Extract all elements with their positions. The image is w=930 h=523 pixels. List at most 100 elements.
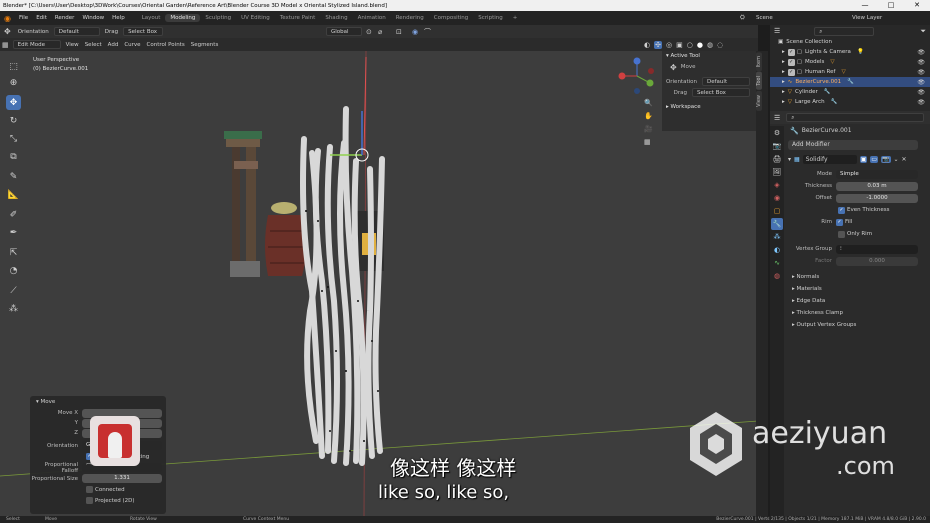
add-workspace-button[interactable]: + — [508, 14, 523, 22]
visibility-eye-icon[interactable]: 👁 — [917, 79, 925, 86]
visibility-eye-icon[interactable]: 👁 — [917, 49, 925, 56]
visibility-eye-icon[interactable]: 👁 — [917, 99, 925, 106]
close-button[interactable]: ✕ — [904, 0, 930, 11]
proportional-size-field[interactable]: 1.331 — [82, 474, 162, 483]
add-modifier-dropdown[interactable]: Add Modifier — [788, 140, 918, 150]
outliner-search-input[interactable]: ⌕ — [814, 26, 875, 36]
outliner-row-lights-camera[interactable]: ▸ ✓ ▢ Lights & Camera 💡 👁 — [770, 47, 930, 57]
perspective-toggle-icon[interactable]: ▦ — [644, 136, 653, 149]
overlays-icon[interactable]: ◎ — [666, 41, 672, 49]
view-layer-selector[interactable]: View Layer — [852, 15, 882, 21]
rotate-tool-icon[interactable]: ↻ — [6, 113, 21, 128]
subpanel-normals[interactable]: ▸ Normals — [770, 271, 930, 283]
tab-animation[interactable]: Animation — [353, 14, 391, 22]
annotate-tool-icon[interactable]: ✎ — [6, 169, 21, 184]
transform-tool-icon[interactable]: ⧉ — [6, 149, 21, 164]
outliner-editor-icon[interactable]: ☰ — [774, 27, 780, 35]
gizmo-icon[interactable]: ✣ — [654, 40, 662, 49]
select-tool-icon[interactable]: ⬚ — [6, 59, 21, 74]
tab-texture-paint[interactable]: Texture Paint — [275, 14, 321, 22]
visibility-eye-icon[interactable]: 👁 — [917, 59, 925, 66]
falloff-icon[interactable]: ⌒ — [424, 27, 431, 37]
pen-tool-icon[interactable]: ✒ — [6, 225, 21, 240]
even-thickness-checkbox[interactable]: ✓ — [838, 206, 845, 214]
tilt-tool-icon[interactable]: ⟋ — [6, 283, 21, 298]
zoom-icon[interactable]: 🔍 — [644, 97, 653, 110]
tab-item[interactable]: Item — [756, 52, 762, 72]
snap-icon[interactable]: ⌀ — [378, 28, 382, 36]
outliner-row-models[interactable]: ▸ ✓ ▢ Models ▽ 👁 — [770, 57, 930, 67]
tool-properties-icon[interactable]: ⚙ — [771, 127, 783, 139]
tab-uv-editing[interactable]: UV Editing — [236, 14, 275, 22]
cursor-tool-icon[interactable]: ⊕ — [6, 75, 21, 90]
menu-segments[interactable]: Segments — [188, 42, 222, 48]
scene-collection-row[interactable]: ▣ Scene Collection — [770, 37, 930, 47]
minimize-button[interactable]: — — [852, 0, 878, 11]
camera-view-icon[interactable]: 🎥 — [644, 123, 653, 136]
subpanel-thickness-clamp[interactable]: ▸ Thickness Clamp — [770, 307, 930, 319]
xray-icon[interactable]: ▣ — [676, 41, 683, 49]
tab-compositing[interactable]: Compositing — [429, 14, 473, 22]
tab-view[interactable]: View — [756, 91, 762, 111]
draw-tool-icon[interactable]: ✐ — [6, 207, 21, 222]
transform-orientation-dropdown[interactable]: Global — [326, 27, 362, 36]
menu-control-points[interactable]: Control Points — [144, 42, 188, 48]
outliner-row-human-ref[interactable]: ▸ ✓ ▢ Human Ref ▽ 👁 — [770, 67, 930, 77]
projected-checkbox[interactable] — [86, 497, 93, 504]
material-shading-icon[interactable]: ◍ — [707, 41, 713, 49]
scale-tool-icon[interactable]: ⤡ — [6, 131, 21, 146]
tab-tool[interactable]: Tool — [756, 72, 762, 91]
menu-render[interactable]: Render — [51, 15, 79, 21]
tab-rendering[interactable]: Rendering — [391, 14, 429, 22]
wireframe-shading-icon[interactable]: ○ — [687, 41, 693, 49]
scene-selector[interactable]: Scene — [756, 15, 773, 21]
pivot-point-icon[interactable]: ⊙ — [366, 28, 372, 36]
edit-mode-toggle-icon[interactable]: ▣ — [859, 155, 868, 163]
menu-select[interactable]: Select — [82, 42, 105, 48]
menu-help[interactable]: Help — [108, 15, 129, 21]
outliner-row-cylinder[interactable]: ▸ ▽ Cylinder 🔧 👁 — [770, 87, 930, 97]
fill-checkbox[interactable]: ✓ — [836, 218, 843, 226]
visibility-eye-icon[interactable]: 👁 — [917, 69, 925, 76]
solid-shading-icon[interactable]: ● — [697, 41, 703, 49]
move-tool-button[interactable]: ✥ — [6, 95, 21, 110]
menu-view[interactable]: View — [63, 42, 82, 48]
object-properties-icon[interactable]: ▢ — [771, 205, 783, 217]
properties-editor-icon[interactable]: ☰ — [774, 114, 780, 122]
collapse-arrow-icon[interactable]: ▾ — [788, 156, 791, 163]
menu-file[interactable]: File — [15, 15, 32, 21]
render-toggle-icon[interactable]: 📷 — [881, 155, 891, 163]
object-data-properties-icon[interactable]: ∿ — [771, 257, 783, 269]
tab-shading[interactable]: Shading — [320, 14, 352, 22]
menu-add[interactable]: Add — [105, 42, 122, 48]
snap-target-icon[interactable]: ⊡ — [396, 28, 402, 36]
workspace-header[interactable]: ▸ Workspace — [662, 102, 756, 112]
vertex-group-field[interactable]: ⁝ — [836, 244, 918, 254]
subpanel-materials[interactable]: ▸ Materials — [770, 283, 930, 295]
tab-layout[interactable]: Layout — [137, 14, 166, 22]
modifier-name-field[interactable]: Solidify — [802, 154, 857, 164]
menu-window[interactable]: Window — [78, 15, 108, 21]
output-properties-icon[interactable]: 🖨 — [771, 153, 783, 165]
np-drag-dropdown[interactable]: Select Box — [692, 88, 750, 97]
subpanel-edge-data[interactable]: ▸ Edge Data — [770, 295, 930, 307]
radius-tool-icon[interactable]: ◔ — [6, 263, 21, 278]
menu-curve[interactable]: Curve — [121, 42, 143, 48]
pan-hand-icon[interactable]: ✋ — [644, 110, 653, 123]
tab-modeling[interactable]: Modeling — [165, 14, 201, 22]
factor-field[interactable]: 0.000 — [836, 256, 918, 266]
proportional-editing-icon[interactable]: ◉ — [412, 28, 418, 36]
remove-modifier-icon[interactable]: ✕ — [902, 156, 907, 163]
menu-edit[interactable]: Edit — [32, 15, 51, 21]
connected-checkbox[interactable] — [86, 486, 93, 493]
viewport-toggle-icon[interactable]: ▭ — [870, 155, 879, 163]
outliner-row-beziercurve[interactable]: ▸ ∿ BezierCurve.001 🔧 👁 — [770, 77, 930, 87]
tab-sculpting[interactable]: Sculpting — [200, 14, 236, 22]
mode-dropdown[interactable]: Simple — [836, 169, 918, 179]
active-tool-header[interactable]: ▾ Active Tool — [662, 51, 756, 61]
scene-properties-icon[interactable]: ◈ — [771, 179, 783, 191]
rendered-shading-icon[interactable]: ◌ — [717, 41, 723, 49]
view-object-types-icon[interactable]: ◐ — [644, 41, 650, 49]
visibility-eye-icon[interactable]: 👁 — [917, 89, 925, 96]
render-properties-icon[interactable]: 📷 — [771, 140, 783, 152]
